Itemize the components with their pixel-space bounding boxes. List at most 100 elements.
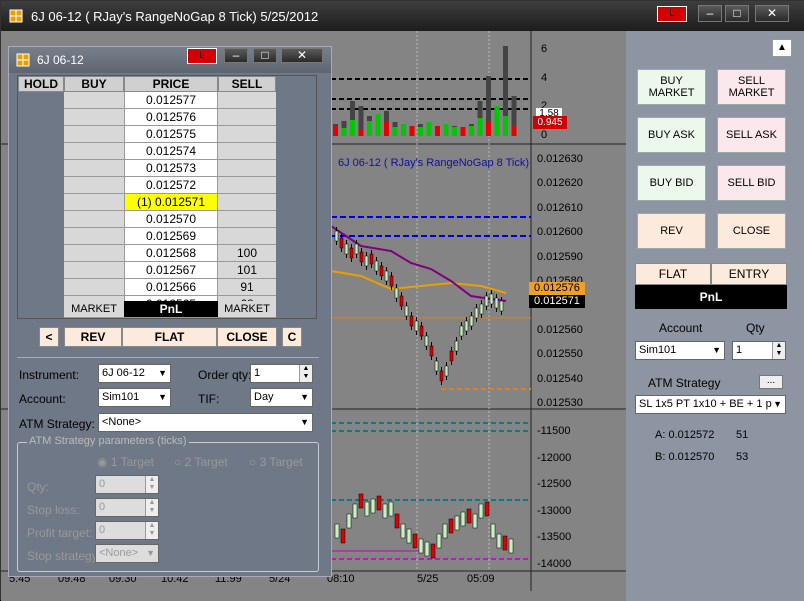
candle-body — [369, 253, 374, 265]
price-cell: 0.012573 — [124, 160, 218, 177]
candle-body — [444, 365, 449, 377]
candle-body — [354, 243, 359, 255]
tif-dropdown[interactable]: Day ▼ — [250, 388, 313, 407]
volume-flag: 0.945 — [533, 116, 567, 129]
spin-arrows-icon[interactable]: ▲ ▼ — [145, 522, 158, 539]
close-position-button[interactable]: CLOSE — [717, 213, 786, 249]
sell-cell[interactable] — [218, 228, 276, 245]
candle-body — [499, 300, 504, 312]
minimize-button[interactable]: – — [224, 48, 248, 63]
buy-bid-button[interactable]: BUY BID — [637, 165, 706, 201]
pnl-cell: PnL — [124, 301, 218, 318]
sell-header: SELL — [218, 76, 276, 92]
atm-strategy-dropdown[interactable]: <None> ▼ — [98, 413, 313, 432]
sell-cell[interactable]: 101 — [218, 262, 276, 279]
indicator-candle — [340, 528, 346, 544]
buy-cell[interactable] — [64, 160, 124, 177]
sell-market-button[interactable]: SELL MARKET — [717, 69, 786, 105]
spin-arrows-icon[interactable]: ▲ ▼ — [772, 342, 785, 359]
sell-cell[interactable] — [218, 160, 276, 177]
minimize-button[interactable]: – — [698, 5, 722, 22]
qty-stepper[interactable]: 1 ▲ ▼ — [732, 341, 786, 360]
nav-left-button[interactable]: < — [39, 327, 59, 347]
stop-strategy-dropdown[interactable]: <None> ▼ — [95, 544, 159, 563]
spin-arrows-icon[interactable]: ▲ ▼ — [145, 499, 158, 516]
chart-app-icon — [9, 9, 23, 23]
spin-arrows-icon[interactable]: ▲ ▼ — [299, 365, 312, 382]
buy-ask-button[interactable]: BUY ASK — [637, 117, 706, 153]
link-badge[interactable]: L — [657, 6, 687, 22]
buy-market-cell[interactable]: MARKET — [64, 301, 124, 318]
buy-cell[interactable] — [64, 279, 124, 296]
order-qty-stepper[interactable]: 1 ▲ ▼ — [250, 364, 313, 383]
candle-body — [364, 255, 369, 267]
buy-cell[interactable] — [64, 245, 124, 262]
buy-market-button[interactable]: BUY MARKET — [637, 69, 706, 105]
buy-cell[interactable] — [64, 211, 124, 228]
moving-average-orange — [330, 270, 507, 294]
stop-loss-stepper[interactable]: 0 ▲ ▼ — [95, 498, 159, 517]
maximize-button[interactable]: □ — [725, 5, 749, 22]
buy-cell[interactable] — [64, 126, 124, 143]
sell-ask-button[interactable]: SELL ASK — [717, 117, 786, 153]
collapse-button[interactable]: ▲ — [772, 39, 792, 57]
buy-cell[interactable] — [64, 177, 124, 194]
target-3-label: 3 Target — [259, 455, 303, 469]
account-dropdown[interactable]: Sim101 ▼ — [635, 341, 725, 360]
stop-strategy-label: Stop strategy: — [27, 549, 102, 563]
account-dropdown[interactable]: Sim101 ▼ — [98, 388, 171, 407]
volume-bar — [409, 126, 415, 136]
hold-header: HOLD — [18, 76, 64, 92]
reverse-button[interactable]: REV — [637, 213, 706, 249]
candle-body — [414, 320, 419, 332]
atm-more-button[interactable]: ... — [759, 375, 783, 389]
spin-arrows-icon[interactable]: ▲ ▼ — [145, 476, 158, 493]
profit-target-stepper[interactable]: 0 ▲ ▼ — [95, 521, 159, 540]
candle-body — [394, 287, 399, 299]
qty-stepper[interactable]: 0 ▲ ▼ — [95, 475, 159, 494]
indicator-candle — [382, 503, 388, 519]
instrument-dropdown[interactable]: 6J 06-12 ▼ — [98, 364, 171, 383]
close-button[interactable]: CLOSE — [217, 327, 277, 347]
sell-cell[interactable] — [218, 143, 276, 160]
buy-cell[interactable] — [64, 109, 124, 126]
close-button[interactable]: ✕ — [281, 48, 323, 63]
target-2-radio[interactable]: ○ 2 Target — [174, 455, 228, 469]
buy-cell[interactable] — [64, 92, 124, 109]
sell-market-cell[interactable]: MARKET — [218, 301, 276, 318]
volume-bar — [469, 126, 474, 136]
sell-cell[interactable] — [218, 194, 276, 211]
buy-cell[interactable] — [64, 194, 124, 211]
hold-column — [18, 92, 64, 318]
indicator-candle — [496, 533, 502, 549]
close-button[interactable]: ✕ — [755, 5, 789, 22]
flat-button[interactable]: FLAT — [122, 327, 217, 347]
atm-dropdown[interactable]: SL 1x5 PT 1x10 + BE + 1 p ▼ — [635, 395, 786, 414]
target-3-radio[interactable]: ○ 3 Target — [249, 455, 303, 469]
reverse-button[interactable]: REV — [64, 327, 122, 347]
center-button[interactable]: C — [282, 327, 302, 347]
sell-cell[interactable] — [218, 177, 276, 194]
maximize-button[interactable]: □ — [253, 48, 277, 63]
indicator-candle — [376, 495, 382, 511]
divider — [17, 357, 319, 358]
buy-cell[interactable] — [64, 228, 124, 245]
target-1-radio[interactable]: ◉ 1 Target — [97, 455, 154, 469]
sell-cell[interactable] — [218, 109, 276, 126]
candle-body — [439, 370, 444, 382]
sell-bid-button[interactable]: SELL BID — [717, 165, 786, 201]
sell-cell[interactable] — [218, 92, 276, 109]
account-value: Sim101 — [639, 344, 677, 356]
sell-cell[interactable]: 100 — [218, 245, 276, 262]
buy-cell[interactable] — [64, 143, 124, 160]
volume-tick-label: 0 — [541, 129, 548, 141]
link-badge[interactable]: L — [187, 48, 217, 64]
sell-cell[interactable]: 91 — [218, 279, 276, 296]
superdom-window: 6J 06-12 L – □ ✕ HOLD BUY PRICE SELL 0.0… — [8, 46, 332, 577]
candle-body — [359, 251, 364, 263]
buy-cell[interactable] — [64, 262, 124, 279]
title-bar: 6J 06-12 ( RJay's RangeNoGap 8 Tick) 5/2… — [1, 1, 804, 31]
sell-cell[interactable] — [218, 126, 276, 143]
indicator-candle — [346, 513, 352, 529]
sell-cell[interactable] — [218, 211, 276, 228]
